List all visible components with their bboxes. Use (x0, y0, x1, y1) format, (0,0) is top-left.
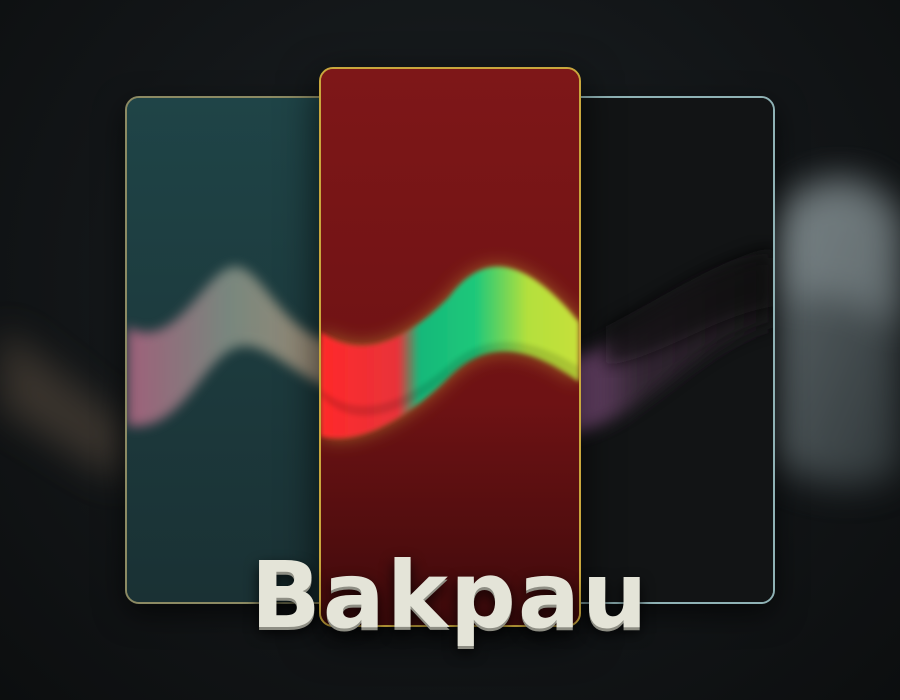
brand-title: Bakpau (250, 542, 650, 649)
promo-canvas: Bakpau (0, 0, 900, 700)
